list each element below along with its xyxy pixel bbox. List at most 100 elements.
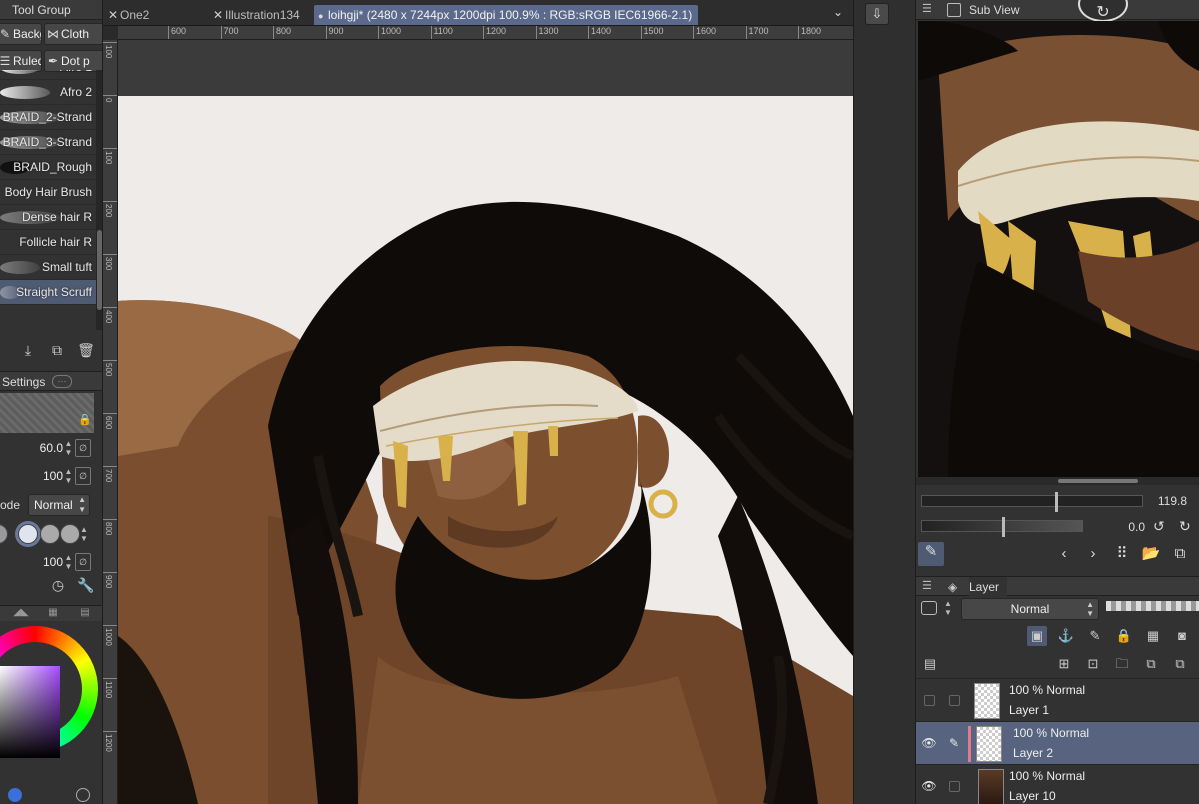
subview-scrollbar[interactable] (916, 477, 1199, 485)
pressure-toggle[interactable]: ∅ (75, 553, 91, 571)
tool-group-dot-pen[interactable]: ✒ Dot p (44, 50, 102, 72)
trash-icon[interactable]: 🗑 (76, 340, 96, 360)
rotate-right-icon[interactable]: ↻ (1179, 518, 1191, 535)
hamburger-icon[interactable]: ☰ (922, 2, 932, 15)
brush-item-small-tuft[interactable]: Small tuft (0, 255, 96, 280)
stepper-icon[interactable]: ▲ ▼ (64, 439, 73, 457)
pen-icon[interactable]: ✎ (946, 735, 962, 751)
stepper-icon[interactable]: ▲ ▼ (64, 467, 73, 485)
edit-target-toggle[interactable] (949, 781, 960, 792)
brush-density-value[interactable]: 100 (43, 550, 63, 574)
pressure-toggle[interactable]: ∅ (75, 439, 91, 457)
eyedropper-icon[interactable]: ✎ (918, 542, 944, 566)
new-window-icon[interactable]: ⧉ (1170, 544, 1190, 564)
brush-tip-option[interactable] (60, 524, 80, 544)
tab-loihgji[interactable]: ● loihgji* (2480 x 7244px 1200dpi 100.9% … (314, 5, 699, 25)
edit-target-toggle[interactable] (949, 695, 960, 706)
folder-open-icon[interactable]: 📂 (1141, 544, 1161, 564)
brush-item-afro-2[interactable]: Afro 2 (0, 80, 96, 105)
close-icon[interactable]: ✕ (108, 5, 120, 25)
layer-opacity-slider[interactable] (1106, 601, 1199, 611)
brush-item-braid-2[interactable]: BRAID_2-Strand (0, 105, 96, 130)
layer-row-layer-10[interactable]: 👁 100 % Normal Layer 10 (916, 764, 1199, 804)
chevron-left-icon[interactable]: ‹ (1054, 544, 1074, 564)
brush-list-scrollbar[interactable] (96, 70, 102, 330)
subview-preview[interactable] (918, 21, 1199, 477)
brush-opacity-value[interactable]: 100 (43, 464, 63, 488)
scrollbar-thumb[interactable] (1058, 479, 1138, 483)
eye-icon[interactable]: 👁 (921, 735, 937, 751)
mask-icon[interactable]: ◙ (1172, 626, 1192, 646)
tab-label: Illustration134 (225, 8, 300, 22)
rotation-value[interactable]: 0.0 (1128, 520, 1145, 534)
close-icon[interactable]: ✕ (213, 5, 225, 25)
stepper-icon[interactable]: ▲ ▼ (80, 525, 88, 543)
lock-icon[interactable]: 🔒 (1114, 626, 1134, 646)
import-brush-icon[interactable]: ⤓ (18, 340, 38, 360)
layer-color-toggle[interactable] (921, 601, 937, 615)
brush-item-body-hair[interactable]: Body Hair Brush (0, 180, 96, 205)
new-raster-layer-icon[interactable]: ⊞ (1054, 654, 1074, 674)
brush-item-follicle-hair[interactable]: Follicle hair R (0, 230, 96, 255)
clipping-icon[interactable]: ▣ (1027, 626, 1047, 646)
layer-blend-mode-select[interactable]: Normal ▲ ▼ (961, 598, 1099, 620)
brush-item-braid-rough[interactable]: BRAID_Rough (0, 155, 96, 180)
stepper-icon[interactable]: ▲ ▼ (64, 553, 73, 571)
artwork-canvas[interactable] (118, 96, 853, 804)
brush-item-braid-3[interactable]: BRAID_3-Strand (0, 130, 96, 155)
tool-group-background[interactable]: ✎Backg (0, 23, 42, 45)
new-folder-icon[interactable]: 🗀 (1112, 654, 1132, 674)
tool-group-cloth[interactable]: ⋈ Cloth (44, 23, 102, 45)
more-icon[interactable]: ··· (52, 375, 72, 388)
layer-row-layer-1[interactable]: 100 % Normal Layer 1 (916, 678, 1199, 721)
color-set-tab-icon[interactable]: ▦ (44, 607, 62, 621)
chevron-right-icon[interactable]: › (1083, 544, 1103, 564)
duplicate-layer-icon[interactable]: ⧉ (1170, 654, 1190, 674)
tool-group-ruled[interactable]: ☰ Ruled (0, 50, 42, 72)
rotation-slider-knob[interactable] (1002, 517, 1005, 537)
zoom-value[interactable]: 119.8 (1158, 494, 1187, 508)
rotation-slider[interactable] (921, 517, 1083, 537)
blend-mode-value: Normal (34, 498, 73, 512)
layer-property-icon[interactable]: ▤ (920, 654, 940, 674)
brush-tip-option[interactable] (18, 524, 38, 544)
brush-tip-option[interactable] (0, 524, 8, 544)
zoom-slider[interactable] (921, 492, 1143, 512)
brush-tip-option[interactable] (40, 524, 60, 544)
brush-item-afro-1[interactable]: Afro 1 (0, 70, 96, 80)
hamburger-icon[interactable]: ☰ (922, 579, 932, 592)
color-slider-tab-icon[interactable]: ◢◣ (12, 607, 30, 621)
scrollbar-thumb[interactable] (97, 230, 102, 310)
import-icon[interactable]: ⇩ (865, 3, 889, 25)
blend-mode-select[interactable]: Normal ▲ ▼ (28, 494, 90, 516)
layer-row-layer-2[interactable]: 👁 ✎ 100 % Normal Layer 2 (916, 721, 1199, 764)
visibility-toggle[interactable] (924, 695, 935, 706)
stopwatch-icon[interactable]: ◷ (48, 575, 68, 595)
new-vector-layer-icon[interactable]: ⊡ (1083, 654, 1103, 674)
grid-icon[interactable]: ⠿ (1112, 544, 1132, 564)
color-history-tab-icon[interactable]: ▤ (76, 607, 94, 621)
stepper-icon[interactable]: ▲ ▼ (944, 599, 952, 617)
zoom-slider-knob[interactable] (1055, 492, 1058, 512)
main-color-swatch[interactable] (8, 788, 22, 802)
chevron-down-icon[interactable]: ⌄ (833, 5, 843, 19)
eye-icon[interactable]: 👁 (921, 778, 937, 794)
reference-layer-icon[interactable]: ⚓ (1056, 626, 1076, 646)
tool-settings-tab[interactable]: Settings ··· (0, 371, 102, 391)
ruler-tick-label: 600 (103, 413, 117, 429)
wrench-icon[interactable]: 🔧 (76, 575, 96, 595)
merge-down-icon[interactable]: ⧉ (1141, 654, 1161, 674)
pressure-toggle[interactable]: ∅ (75, 467, 91, 485)
brush-item-dense-hair[interactable]: Dense hair R (0, 205, 96, 230)
lock-icon[interactable]: 🔒 (78, 413, 92, 426)
brush-item-straight-scruff[interactable]: Straight Scruff (0, 280, 96, 305)
tab-illustration134[interactable]: ✕ Illustration134 (213, 5, 300, 25)
tab-one2[interactable]: ✕ One2 (108, 5, 149, 25)
transparent-color-swatch[interactable] (76, 788, 90, 802)
lock-transparency-icon[interactable]: ▦ (1143, 626, 1163, 646)
duplicate-icon[interactable]: ⧉ (47, 340, 67, 360)
rotate-left-icon[interactable]: ↺ (1153, 518, 1165, 535)
brush-size-value[interactable]: 60.0 (40, 436, 63, 460)
saturation-value-square[interactable] (0, 666, 60, 758)
draft-layer-icon[interactable]: ✎ (1085, 626, 1105, 646)
